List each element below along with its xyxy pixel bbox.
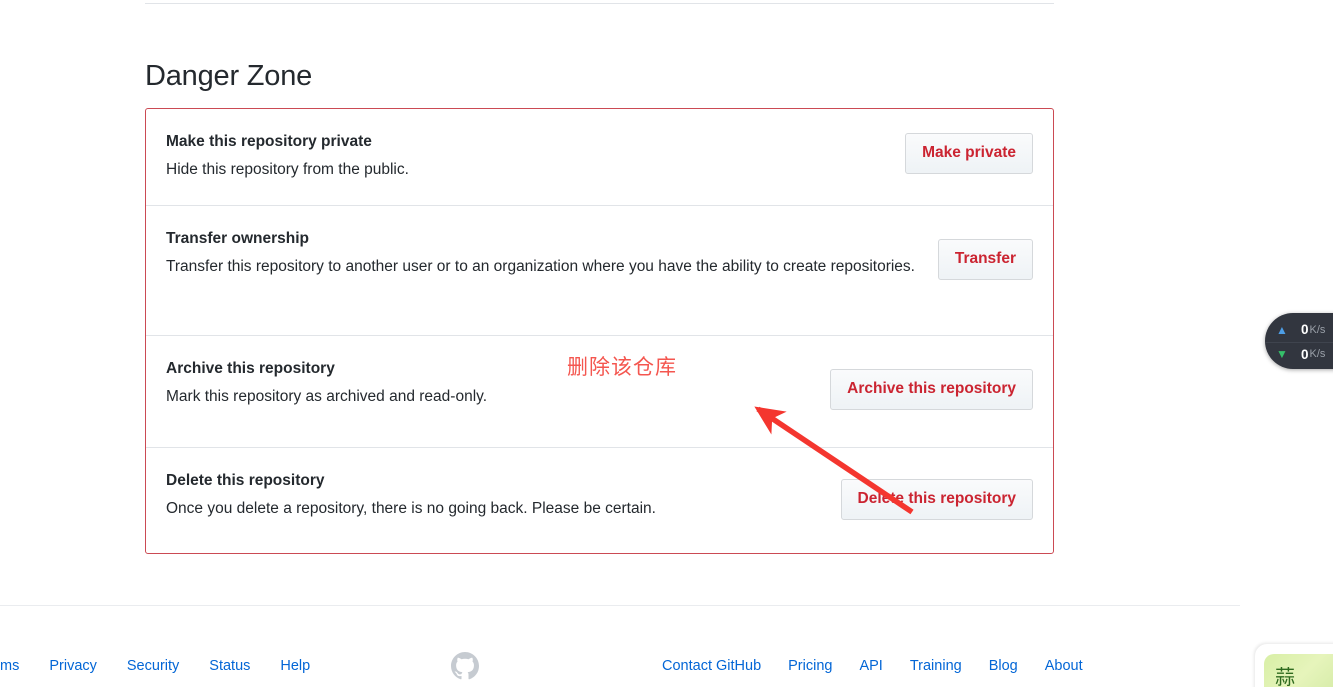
make-private-button[interactable]: Make private bbox=[905, 133, 1033, 174]
danger-row-title: Archive this repository bbox=[166, 360, 335, 377]
arrow-up-icon: ▲ bbox=[1276, 322, 1288, 337]
danger-row-text: Transfer ownership Transfer this reposit… bbox=[166, 228, 915, 280]
network-upload-row: ▲ 0 K/s bbox=[1265, 318, 1333, 341]
network-download-value: 0 bbox=[1301, 346, 1309, 362]
network-download-row: ▼ 0 K/s bbox=[1265, 342, 1333, 365]
footer-link-training[interactable]: Training bbox=[910, 655, 962, 677]
transfer-button[interactable]: Transfer bbox=[937, 239, 1033, 280]
danger-row-title: Delete this repository bbox=[166, 472, 325, 489]
danger-row-transfer-ownership: Transfer ownership Transfer this reposit… bbox=[146, 206, 1053, 336]
danger-row-text: Make this repository private Hide this r… bbox=[166, 131, 409, 183]
footer-link-api[interactable]: API bbox=[859, 655, 882, 677]
network-speed-widget[interactable]: ▲ 0 K/s ▼ 0 K/s bbox=[1265, 313, 1333, 369]
footer-left-links: ms Privacy Security Status Help bbox=[0, 655, 340, 677]
corner-widget-card[interactable]: 蒜 bbox=[1264, 654, 1333, 687]
annotation-label: 删除该仓库 bbox=[567, 356, 677, 379]
footer-link-status[interactable]: Status bbox=[209, 655, 250, 677]
footer-link-about[interactable]: About bbox=[1045, 655, 1083, 677]
corner-widget-glyph: 蒜 bbox=[1275, 665, 1295, 687]
section-divider-top bbox=[145, 3, 1054, 4]
github-octocat-icon bbox=[451, 652, 479, 680]
danger-row-description: Once you delete a repository, there is n… bbox=[166, 500, 656, 517]
danger-row-make-private: Make this repository private Hide this r… bbox=[146, 109, 1053, 206]
danger-row-description: Transfer this repository to another user… bbox=[166, 258, 915, 275]
footer-link-help[interactable]: Help bbox=[280, 655, 310, 677]
footer-link-terms[interactable]: ms bbox=[0, 655, 19, 677]
footer-divider bbox=[0, 605, 1240, 606]
danger-zone-panel: Make this repository private Hide this r… bbox=[145, 108, 1054, 554]
danger-row-text: Delete this repository Once you delete a… bbox=[166, 470, 656, 522]
archive-repository-button[interactable]: Archive this repository bbox=[830, 369, 1033, 410]
footer-link-blog[interactable]: Blog bbox=[989, 655, 1018, 677]
danger-row-delete: Delete this repository Once you delete a… bbox=[146, 448, 1053, 552]
arrow-down-icon: ▼ bbox=[1276, 347, 1288, 361]
page-title: Danger Zone bbox=[145, 60, 313, 92]
network-download-unit: K/s bbox=[1309, 348, 1326, 360]
corner-widget[interactable]: 蒜 bbox=[1255, 644, 1333, 687]
danger-row-title: Transfer ownership bbox=[166, 230, 309, 247]
footer-link-privacy[interactable]: Privacy bbox=[49, 655, 97, 677]
danger-row-text: Archive this repository Mark this reposi… bbox=[166, 358, 487, 410]
delete-repository-button[interactable]: Delete this repository bbox=[840, 479, 1033, 520]
danger-row-description: Hide this repository from the public. bbox=[166, 161, 409, 178]
footer-link-security[interactable]: Security bbox=[127, 655, 179, 677]
danger-row-description: Mark this repository as archived and rea… bbox=[166, 388, 488, 405]
footer-link-pricing[interactable]: Pricing bbox=[788, 655, 832, 677]
footer-right-links: Contact GitHub Pricing API Training Blog… bbox=[662, 655, 1083, 677]
danger-row-title: Make this repository private bbox=[166, 133, 372, 150]
network-upload-unit: K/s bbox=[1309, 323, 1326, 336]
network-upload-value: 0 bbox=[1301, 322, 1309, 337]
page-root: Danger Zone Make this repository private… bbox=[0, 0, 1333, 687]
footer-link-contact-github[interactable]: Contact GitHub bbox=[662, 655, 761, 677]
